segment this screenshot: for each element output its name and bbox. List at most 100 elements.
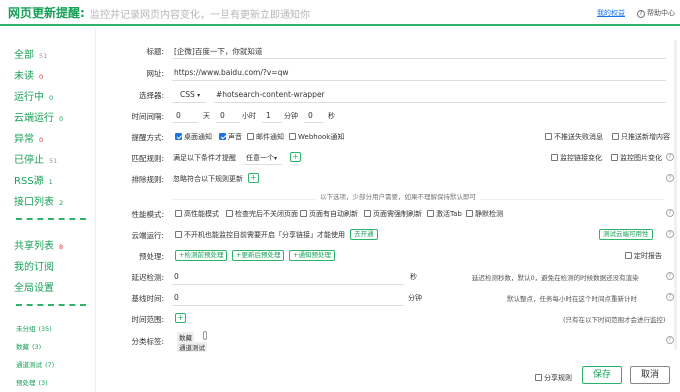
cloud-open-button[interactable]: 去开通	[350, 229, 378, 240]
help-icon[interactable]: ?	[666, 293, 674, 301]
cloud-run-checkbox[interactable]: 不开机也能监控目前需要开启「分享链接」才能使用	[175, 230, 345, 240]
help-icon[interactable]: ?	[666, 336, 674, 344]
notify-sound-checkbox[interactable]: 声音	[219, 132, 242, 142]
monitor-image-checkbox[interactable]: 监控图片变化	[611, 153, 662, 163]
perf-force-refresh-checkbox[interactable]: 页面需强制刷新	[364, 209, 422, 219]
help-icon[interactable]: ?	[666, 174, 674, 182]
selector-input[interactable]: #hotsearch-content-wrapper	[216, 90, 325, 99]
sidebar-item-count: 1	[48, 178, 53, 186]
delay-input[interactable]: 0	[174, 272, 179, 281]
sidebar-item-global-settings[interactable]: 全局设置	[14, 279, 54, 294]
sidebar-item-label: 全局设置	[14, 283, 54, 294]
sidebar-item-unread[interactable]: 未读 0	[14, 67, 43, 82]
interval-minutes-input[interactable]: 1	[266, 111, 271, 120]
post-update-button[interactable]: +更新后预处理	[232, 250, 285, 261]
checkbox-icon	[545, 133, 552, 140]
help-icon[interactable]: ?	[666, 209, 674, 217]
baseline-input[interactable]: 0	[174, 293, 179, 302]
match-mode-value: 任意一个	[246, 154, 274, 162]
checkbox-icon	[427, 210, 434, 217]
notify-desktop-label: 桌面通知	[184, 133, 212, 141]
checkbox-icon	[175, 231, 182, 238]
match-text: 满足以下条件才提醒	[173, 154, 236, 162]
title-input[interactable]: [企微]百度一下，你就知道	[174, 46, 262, 57]
add-match-rule-button[interactable]: +	[290, 152, 301, 162]
notify-preprocess-button[interactable]: +通知预处理	[289, 250, 335, 261]
sidebar-item-label: RSS源	[14, 176, 44, 187]
group-count: (35)	[38, 325, 52, 333]
delay-label: 延迟检测:	[131, 273, 164, 282]
checkbox-icon	[535, 374, 542, 381]
sidebar-item-api[interactable]: 接口列表 2	[14, 193, 63, 208]
notify-webhook-checkbox[interactable]: Webhook通知	[289, 132, 344, 142]
monitor-link-checkbox[interactable]: 监控链接变化	[551, 153, 602, 163]
scrollbar[interactable]	[674, 40, 677, 350]
group-label: 未分组	[16, 325, 36, 333]
sidebar-item-shared[interactable]: 共享列表 8	[14, 237, 63, 252]
sidebar-item-label: 全部	[14, 50, 34, 61]
notify-email-label: 邮件通知	[256, 133, 284, 141]
sidebar-item-label: 云端运行	[14, 113, 54, 124]
interval-hours-unit: 小时	[242, 112, 256, 120]
sidebar-item-count: 0	[39, 136, 44, 144]
help-icon[interactable]: ?	[666, 153, 674, 161]
monitor-image-label: 监控图片变化	[620, 154, 662, 162]
sidebar-item-stopped[interactable]: 已停止 51	[14, 151, 57, 166]
sidebar-item-cloud[interactable]: 云端运行 0	[14, 109, 63, 124]
help-center-link[interactable]: ? 帮助中心	[637, 8, 675, 18]
checkbox-icon	[466, 210, 473, 217]
group-item-preprocess[interactable]: 预处理 (3)	[16, 377, 48, 387]
interval-hours-input[interactable]: 0	[220, 111, 225, 120]
sidebar-item-count: 51	[39, 52, 48, 60]
sidebar-divider	[16, 304, 86, 306]
add-exclude-rule-button[interactable]: +	[248, 173, 259, 183]
group-item-ungrouped[interactable]: 未分组 (35)	[16, 323, 52, 333]
baseline-label: 基线时间:	[131, 294, 164, 303]
cloud-test-button[interactable]: 测试云端可用性	[599, 229, 653, 240]
no-fail-checkbox[interactable]: 不推送失败消息	[545, 132, 603, 142]
checkbox-icon	[551, 154, 558, 161]
tag-chip[interactable]: 数藏	[177, 332, 194, 342]
group-item-shucang[interactable]: 数藏 (3)	[16, 341, 41, 351]
group-item-channel-test[interactable]: 通道测试 (7)	[16, 359, 54, 369]
tag-chip[interactable]: 通道测试	[177, 342, 207, 352]
checkbox-icon	[625, 252, 632, 259]
url-input[interactable]: https://www.baidu.com/?v=qw	[174, 68, 288, 77]
add-time-range-button[interactable]: +	[175, 313, 186, 323]
sidebar-item-count: 51	[49, 157, 58, 165]
help-icon[interactable]: ?	[666, 230, 674, 238]
sidebar-item-error[interactable]: 异常 0	[14, 130, 43, 145]
interval-minutes-unit: 分钟	[284, 112, 298, 120]
cancel-button[interactable]: 取消	[630, 366, 670, 384]
sidebar-item-all[interactable]: 全部 51	[14, 46, 47, 61]
perf-silent-checkbox[interactable]: 静默检测	[466, 209, 503, 219]
share-rule-checkbox[interactable]: 分享规则	[535, 373, 572, 383]
notify-desktop-checkbox[interactable]: 桌面通知	[175, 132, 212, 142]
tag-handle-icon	[203, 331, 207, 340]
selector-type-select[interactable]: CSS ▾	[180, 90, 200, 99]
advanced-hint: 以下选项，少部分用户需要，如果不理解保持默认即可	[316, 191, 480, 201]
exclude-text: 忽略符合以下规则更新	[173, 175, 243, 183]
save-button[interactable]: 保存	[582, 366, 622, 384]
help-icon[interactable]: ?	[666, 272, 674, 280]
chevron-down-icon: ▾	[274, 155, 278, 162]
perf-activate-tab-checkbox[interactable]: 激活Tab	[427, 209, 462, 219]
pre-check-button[interactable]: +检测前预处理	[175, 250, 228, 261]
sidebar-item-rss[interactable]: RSS源 1	[14, 172, 53, 187]
scheduled-report-checkbox[interactable]: 定时报告	[625, 251, 662, 261]
perf-high-checkbox[interactable]: 高性能模式	[175, 209, 219, 219]
delay-unit: 秒	[410, 273, 417, 281]
new-only-checkbox[interactable]: 只推送新增内容	[612, 132, 670, 142]
checkbox-icon	[612, 133, 619, 140]
my-rights-link[interactable]: 我的权益	[597, 8, 625, 18]
sidebar-item-subscriptions[interactable]: 我的订阅	[14, 258, 54, 273]
exclude-label: 排除规则:	[131, 175, 164, 184]
interval-seconds-input[interactable]: 0	[308, 111, 313, 120]
notify-email-checkbox[interactable]: 邮件通知	[247, 132, 284, 142]
interval-days-input[interactable]: 0	[176, 111, 181, 120]
perf-keep-page-checkbox[interactable]: 检查完后不关闭页面	[226, 209, 298, 219]
perf-auto-refresh-checkbox[interactable]: 页面有自动刷新	[300, 209, 358, 219]
match-mode-select[interactable]: 任意一个▾	[246, 153, 277, 163]
sidebar-item-running[interactable]: 运行中 0	[14, 88, 53, 103]
selector-type-underline	[172, 102, 206, 103]
